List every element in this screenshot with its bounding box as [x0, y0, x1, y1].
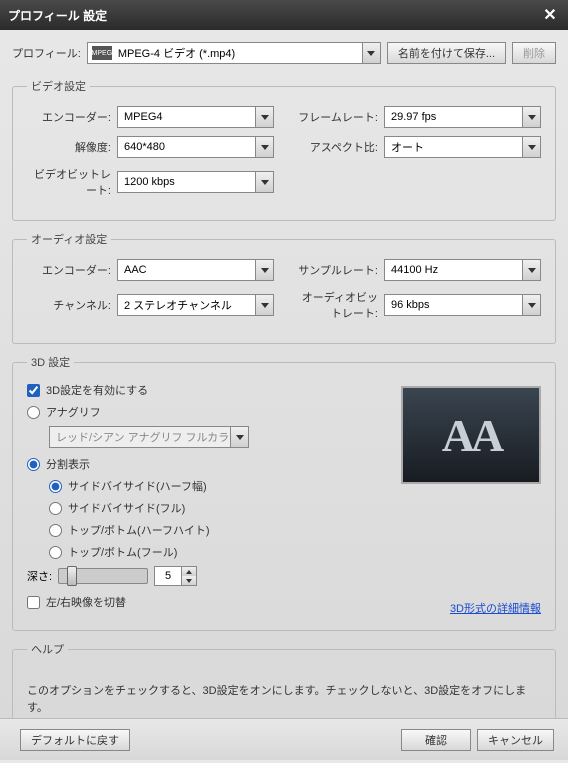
- threed-preview: AA: [401, 386, 541, 484]
- cancel-button[interactable]: キャンセル: [477, 729, 554, 751]
- chevron-down-icon[interactable]: [522, 260, 540, 280]
- video-legend: ビデオ設定: [27, 78, 90, 94]
- depth-value: 5: [155, 570, 181, 582]
- profile-select[interactable]: MPEG MPEG-4 ビデオ (*.mp4): [87, 42, 381, 64]
- enable-3d-checkbox[interactable]: 3D設定を有効にする: [27, 382, 391, 398]
- threed-settings: 3D 設定 3D設定を有効にする アナグリフ レッド/シアン アナグリフ フルカ…: [12, 354, 556, 631]
- threed-legend: 3D 設定: [27, 354, 74, 370]
- threed-info-link[interactable]: 3D形式の詳細情報: [450, 600, 541, 616]
- profile-value: MPEG-4 ビデオ (*.mp4): [118, 45, 235, 61]
- save-as-button[interactable]: 名前を付けて保存...: [387, 42, 506, 64]
- help-legend: ヘルプ: [27, 641, 68, 657]
- audio-legend: オーディオ設定: [27, 231, 111, 247]
- resolution-select[interactable]: 640*480: [117, 136, 274, 158]
- profile-label: プロフィール:: [12, 45, 81, 61]
- anaglyph-mode-select[interactable]: レッド/シアン アナグリフ フルカラー: [49, 426, 249, 448]
- video-settings: ビデオ設定 エンコーダー: MPEG4 フレームレート: 29.97 fps 解…: [12, 78, 556, 221]
- delete-button[interactable]: 削除: [512, 42, 556, 64]
- swap-lr-checkbox[interactable]: 左/右映像を切替: [27, 594, 391, 610]
- chevron-down-icon[interactable]: [362, 43, 380, 63]
- ok-button[interactable]: 確認: [401, 729, 471, 751]
- chevron-down-icon[interactable]: [255, 137, 273, 157]
- profile-row: プロフィール: MPEG MPEG-4 ビデオ (*.mp4) 名前を付けて保存…: [12, 42, 556, 64]
- audio-encoder-select[interactable]: AAC: [117, 259, 274, 281]
- anaglyph-input[interactable]: [27, 406, 40, 419]
- help-text: このオプションをチェックすると、3D設定をオンにします。チェックしないと、3D設…: [27, 683, 541, 716]
- video-bitrate-select[interactable]: 1200 kbps: [117, 171, 274, 193]
- samplerate-label: サンプルレート:: [294, 262, 378, 278]
- video-encoder-select[interactable]: MPEG4: [117, 106, 274, 128]
- audio-encoder-label: エンコーダー:: [27, 262, 111, 278]
- aspect-label: アスペクト比:: [294, 139, 378, 155]
- tb-full-radio[interactable]: トップ/ボトム(フール): [49, 544, 391, 560]
- slider-thumb[interactable]: [67, 566, 77, 586]
- channel-select[interactable]: 2 ステレオチャンネル: [117, 294, 274, 316]
- enable-3d-input[interactable]: [27, 384, 40, 397]
- chevron-down-icon[interactable]: [522, 107, 540, 127]
- sbs-half-radio[interactable]: サイドバイサイド(ハーフ幅): [49, 478, 391, 494]
- channel-label: チャンネル:: [27, 297, 111, 313]
- footer: デフォルトに戻す 確認 キャンセル: [0, 718, 568, 760]
- spinner-down-icon[interactable]: [182, 576, 196, 585]
- dialog-title: プロフィール 設定: [8, 7, 540, 24]
- video-bitrate-label: ビデオビットレート:: [27, 166, 111, 198]
- swap-lr-input[interactable]: [27, 596, 40, 609]
- framerate-label: フレームレート:: [294, 109, 378, 125]
- depth-slider[interactable]: [58, 568, 148, 584]
- depth-spinner[interactable]: 5: [154, 566, 197, 586]
- chevron-down-icon[interactable]: [255, 172, 273, 192]
- audio-bitrate-label: オーディオビットレート:: [294, 289, 378, 321]
- preview-text: AA: [442, 409, 500, 462]
- mpeg-icon: MPEG: [92, 46, 112, 60]
- chevron-down-icon[interactable]: [522, 295, 540, 315]
- sbs-full-radio[interactable]: サイドバイサイド(フル): [49, 500, 391, 516]
- tb-half-radio[interactable]: トップ/ボトム(ハーフハイト): [49, 522, 391, 538]
- spinner-up-icon[interactable]: [182, 567, 196, 576]
- chevron-down-icon[interactable]: [255, 107, 273, 127]
- depth-label: 深さ:: [27, 568, 52, 584]
- chevron-down-icon[interactable]: [230, 427, 248, 447]
- split-input[interactable]: [27, 458, 40, 471]
- titlebar: プロフィール 設定 ✕: [0, 0, 568, 30]
- chevron-down-icon[interactable]: [255, 295, 273, 315]
- close-icon[interactable]: ✕: [540, 5, 560, 25]
- default-button[interactable]: デフォルトに戻す: [20, 729, 130, 751]
- samplerate-select[interactable]: 44100 Hz: [384, 259, 541, 281]
- anaglyph-radio[interactable]: アナグリフ: [27, 404, 391, 420]
- audio-settings: オーディオ設定 エンコーダー: AAC サンプルレート: 44100 Hz チャ…: [12, 231, 556, 344]
- audio-bitrate-select[interactable]: 96 kbps: [384, 294, 541, 316]
- split-radio[interactable]: 分割表示: [27, 456, 391, 472]
- chevron-down-icon[interactable]: [255, 260, 273, 280]
- encoder-label: エンコーダー:: [27, 109, 111, 125]
- aspect-select[interactable]: オート: [384, 136, 541, 158]
- resolution-label: 解像度:: [27, 139, 111, 155]
- chevron-down-icon[interactable]: [522, 137, 540, 157]
- framerate-select[interactable]: 29.97 fps: [384, 106, 541, 128]
